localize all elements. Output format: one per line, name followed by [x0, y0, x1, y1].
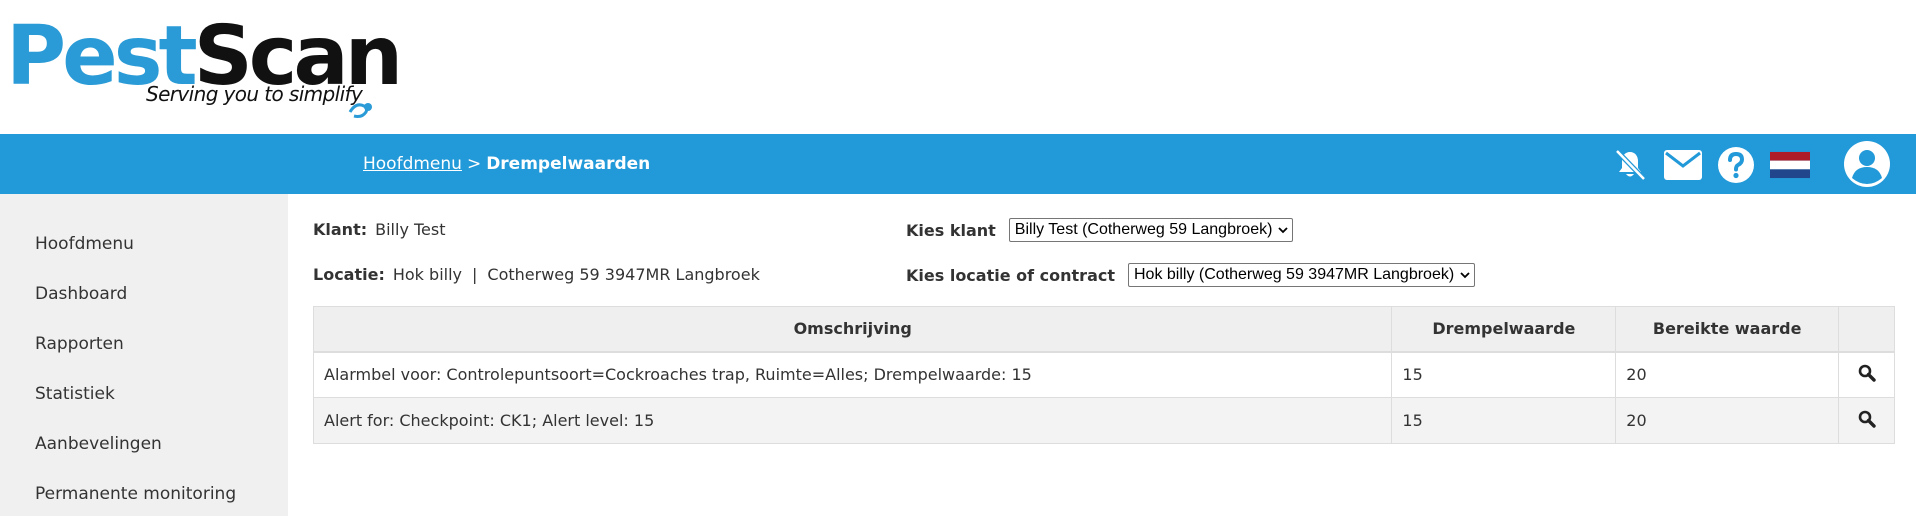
location-select-value: Hok billy (Cotherweg 59 3947MR Langbroek… — [1134, 266, 1455, 283]
chevron-down-icon — [1460, 272, 1470, 279]
column-header-actions — [1838, 306, 1895, 353]
user-avatar-icon[interactable] — [1843, 140, 1891, 188]
sidebar-item-statistiek[interactable]: Statistiek — [35, 381, 115, 407]
sidebar-item-permanente-monitoring[interactable]: Permanente monitoring — [35, 481, 236, 507]
cell-threshold: 15 — [1391, 397, 1617, 444]
dutch-flag-icon[interactable] — [1770, 145, 1810, 185]
sidebar-item-rapporten[interactable]: Rapporten — [35, 331, 124, 357]
cell-description: Alert for: Checkpoint: CK1; Alert level:… — [312, 397, 1393, 444]
table-header-row: Omschrijving Drempelwaarde Bereikte waar… — [312, 306, 1895, 353]
cell-reached: 20 — [1615, 397, 1840, 444]
logo-header: PestScan Serving you to simplify — [0, 0, 1916, 134]
client-info: Klant: Billy Test — [313, 218, 446, 242]
location-separator: | — [472, 265, 478, 284]
cell-reached: 20 — [1615, 351, 1840, 398]
location-select[interactable]: Hok billy (Cotherweg 59 3947MR Langbroek… — [1128, 263, 1476, 287]
cell-description: Alarmbel voor: Controlepuntsoort=Cockroa… — [312, 351, 1393, 398]
table-row: Alert for: Checkpoint: CK1; Alert level:… — [312, 397, 1895, 444]
search-icon[interactable] — [1858, 410, 1876, 428]
client-select[interactable]: Billy Test (Cotherweg 59 Langbroek) — [1008, 218, 1294, 242]
breadcrumb-home-link[interactable]: Hoofdmenu — [363, 154, 462, 174]
cell-action — [1838, 397, 1895, 444]
breadcrumb-current: Drempelwaarden — [486, 154, 651, 174]
pestscan-logo[interactable]: PestScan Serving you to simplify — [6, 12, 403, 122]
location-chooser: Kies locatie of contract Hok billy (Coth… — [906, 263, 1476, 287]
client-label: Klant: — [313, 220, 368, 239]
client-value: Billy Test — [375, 220, 446, 239]
sidebar: Hoofdmenu Dashboard Rapporten Statistiek… — [0, 194, 288, 516]
top-navigation-bar: Hoofdmenu > Drempelwaarden — [0, 134, 1916, 194]
search-icon[interactable] — [1858, 364, 1876, 382]
logo-swoosh-icon — [348, 103, 372, 118]
location-name: Hok billy — [392, 265, 462, 284]
client-chooser-label: Kies klant — [906, 220, 996, 240]
location-label: Locatie: — [313, 265, 385, 284]
table-row: Alarmbel voor: Controlepuntsoort=Cockroa… — [312, 351, 1895, 398]
column-header-threshold[interactable]: Drempelwaarde — [1391, 306, 1617, 353]
chevron-down-icon — [1278, 227, 1289, 234]
sidebar-item-dashboard[interactable]: Dashboard — [35, 281, 127, 307]
mail-icon[interactable] — [1663, 145, 1703, 185]
help-icon[interactable] — [1716, 145, 1756, 185]
notifications-off-icon[interactable] — [1610, 145, 1650, 185]
column-header-reached[interactable]: Bereikte waarde — [1615, 306, 1840, 353]
client-select-value: Billy Test (Cotherweg 59 Langbroek) — [1014, 221, 1273, 238]
location-chooser-label: Kies locatie of contract — [906, 265, 1115, 285]
logo-tagline: Serving you to simplify — [146, 82, 363, 106]
cell-action — [1838, 351, 1895, 398]
client-chooser: Kies klant Billy Test (Cotherweg 59 Lang… — [906, 218, 1294, 242]
breadcrumb: Hoofdmenu > Drempelwaarden — [363, 134, 650, 194]
sidebar-item-hoofdmenu[interactable]: Hoofdmenu — [35, 231, 134, 257]
threshold-table: Omschrijving Drempelwaarde Bereikte waar… — [312, 306, 1895, 444]
sidebar-item-aanbevelingen[interactable]: Aanbevelingen — [35, 431, 162, 457]
location-info: Locatie: Hok billy | Cotherweg 59 3947MR La… — [313, 263, 760, 287]
column-header-description[interactable]: Omschrijving — [312, 306, 1393, 353]
cell-threshold: 15 — [1391, 351, 1617, 398]
breadcrumb-separator: > — [466, 154, 482, 174]
location-address: Cotherweg 59 3947MR Langbroek — [487, 265, 760, 284]
